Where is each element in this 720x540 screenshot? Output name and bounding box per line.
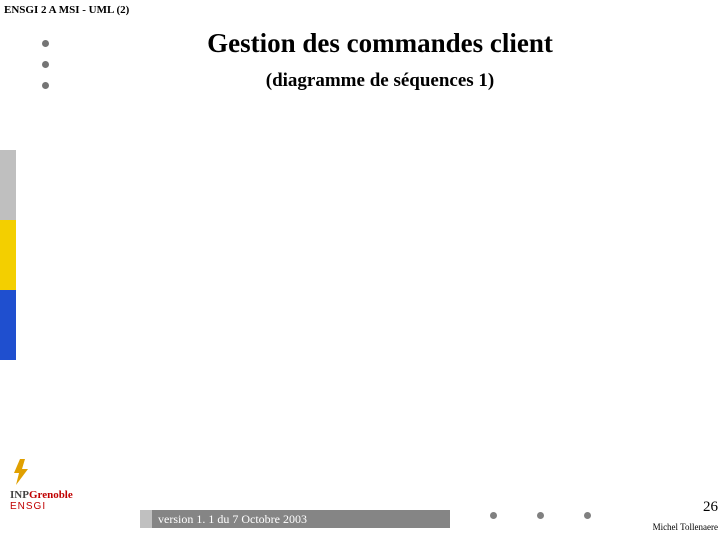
- bolt-icon: [10, 459, 73, 490]
- page-number: 26: [703, 499, 718, 516]
- header-course-label: ENSGI 2 A MSI - UML (2): [4, 4, 129, 16]
- slide-subtitle: (diagramme de séquences 1): [60, 70, 700, 92]
- stripe-gray: [0, 150, 16, 220]
- bottom-bullet-dots: [490, 506, 627, 524]
- bullet-dot-icon: [42, 40, 49, 47]
- logo-text-inp: INP: [10, 489, 29, 501]
- logo-text-grenoble: Grenoble: [29, 489, 73, 501]
- bullet-dot-icon: [537, 512, 544, 519]
- slide-title: Gestion des commandes client: [60, 28, 700, 59]
- bullet-dot-icon: [490, 512, 497, 519]
- bullet-dot-icon: [42, 82, 49, 89]
- institution-logo: INPGrenoble ENSGI: [10, 459, 73, 512]
- stripe-yellow: [0, 220, 16, 290]
- sidebar-color-stripes: [0, 150, 16, 360]
- logo-text-line2: ENSGI: [10, 501, 73, 512]
- author-name: Michel Tollenaere: [653, 522, 718, 532]
- footer-version-bar: version 1. 1 du 7 Octobre 2003: [140, 510, 450, 528]
- slide: ENSGI 2 A MSI - UML (2) Gestion des comm…: [0, 0, 720, 540]
- logo-text-line1: INPGrenoble: [10, 490, 73, 501]
- bullet-dot-icon: [584, 512, 591, 519]
- bullet-dot-icon: [42, 61, 49, 68]
- left-bullet-dots: [42, 40, 49, 103]
- stripe-blue: [0, 290, 16, 360]
